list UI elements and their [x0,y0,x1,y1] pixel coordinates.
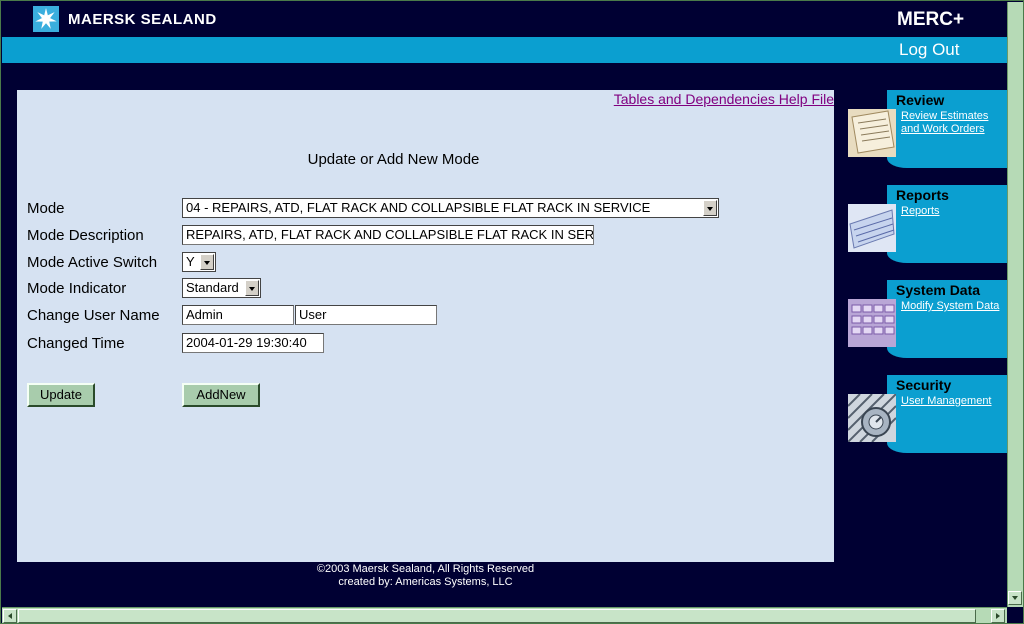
mode-active-switch-value: Y [186,254,195,269]
changed-time-input[interactable]: 2004-01-29 19:30:40 [182,333,324,353]
user-first-name-input[interactable]: Admin [182,305,294,325]
user-last-name-input[interactable]: User [295,305,437,325]
mode-select[interactable]: 04 - REPAIRS, ATD, FLAT RACK AND COLLAPS… [182,198,719,218]
scroll-left-button[interactable] [3,609,17,623]
mode-indicator-label: Mode Indicator [27,280,127,297]
sidebar-title-security: Security [896,377,952,393]
logout-link[interactable]: Log Out [899,40,960,60]
arrow-right-icon [996,613,1000,619]
sidebar-title-review: Review [896,92,945,108]
scroll-right-button[interactable] [991,609,1005,623]
changed-time-label: Changed Time [27,335,125,352]
sidebar-section-system-data: System Data Modify System Data [847,280,1007,366]
chevron-down-icon[interactable] [200,254,214,270]
vertical-scrollbar[interactable] [1007,2,1023,607]
sidebar-title-system-data: System Data [896,282,981,298]
update-button[interactable]: Update [27,383,95,407]
mode-indicator-select[interactable]: Standard [182,278,261,298]
browser-frame: MAERSK SEALAND MERC+ Log Out Tables and … [0,0,1024,624]
mode-select-value: 04 - REPAIRS, ATD, FLAT RACK AND COLLAPS… [186,200,651,215]
chevron-down-icon[interactable] [245,280,259,296]
sidebar-link-review[interactable]: Review Estimates and Work Orders [901,110,1005,136]
sidebar-link-reports[interactable]: Reports [901,205,1005,218]
sidebar-section-security: Security User Management [847,375,1007,461]
scroll-down-button[interactable] [1008,591,1022,605]
keyboard-icon [848,299,896,347]
app-title: MERC+ [897,9,965,30]
arrow-left-icon [8,613,12,619]
mode-active-switch-select[interactable]: Y [182,252,216,272]
sidebar-title-reports: Reports [896,187,949,203]
add-new-button[interactable]: AddNew [182,383,260,407]
created-by-text: created by: Americas Systems, LLC [338,576,513,588]
lock-icon [848,394,896,442]
brand-name: MAERSK SEALAND [68,11,217,28]
horizontal-scroll-thumb[interactable] [18,609,976,623]
nav-bar: Log Out [2,37,1007,63]
change-user-name-label: Change User Name [27,307,160,324]
chevron-down-icon[interactable] [703,200,717,216]
mode-description-label: Mode Description [27,227,144,244]
page-title: Update or Add New Mode [307,151,480,168]
mode-label: Mode [27,200,65,217]
sidebar-link-system-data[interactable]: Modify System Data [901,300,1005,313]
main-panel: Tables and Dependencies Help File Update… [17,90,834,562]
maersk-star-logo-icon [33,6,59,32]
sidebar-section-reports: Reports Reports [847,185,1007,271]
arrow-down-icon [1012,596,1018,600]
copyright-text: ©2003 Maersk Sealand, All Rights Reserve… [316,563,535,575]
top-header: MAERSK SEALAND MERC+ [2,2,1007,36]
review-documents-icon [848,109,896,157]
sidebar-link-security[interactable]: User Management [901,395,1005,408]
mode-description-input[interactable]: REPAIRS, ATD, FLAT RACK AND COLLAPSIBLE … [182,225,594,245]
reports-blueprint-icon [848,204,896,252]
horizontal-scrollbar[interactable] [2,607,1007,623]
mode-indicator-value: Standard [186,280,239,295]
mode-active-switch-label: Mode Active Switch [27,254,158,271]
help-file-link[interactable]: Tables and Dependencies Help File [614,91,834,107]
footer: ©2003 Maersk Sealand, All Rights Reserve… [17,563,834,589]
sidebar-section-review: Review Review Estimates and Work Orders [847,90,1007,176]
